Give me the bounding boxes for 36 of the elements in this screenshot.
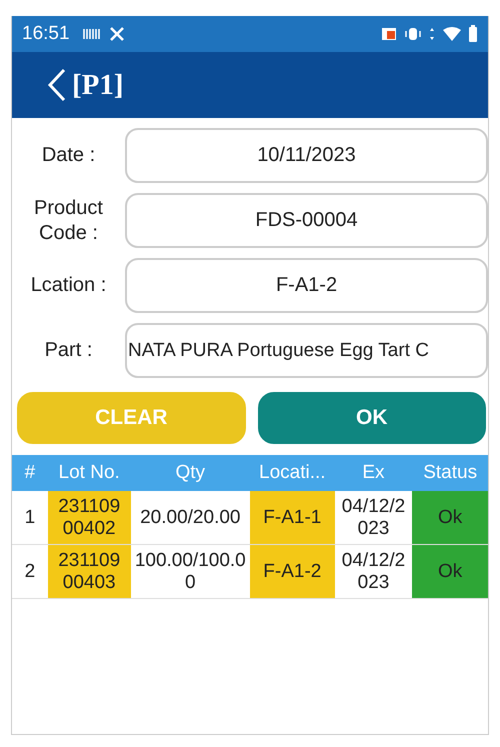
- column-header: Ex: [361, 462, 386, 484]
- input-field[interactable]: F-A1-2: [125, 258, 488, 313]
- field-label: Date :: [40, 143, 96, 168]
- expiry-cell-text: 04/12/2023: [340, 494, 406, 540]
- lot-cell: 23110900402: [48, 491, 131, 544]
- clock-time: 16:51: [22, 23, 70, 45]
- field-label: Part :: [44, 338, 94, 363]
- location-cell: F-A1-2: [250, 545, 335, 598]
- location-cell: F-A1-1: [250, 491, 335, 544]
- column-header: Lot No.: [58, 462, 121, 484]
- scanner-icon: [82, 26, 102, 42]
- page-title: [P1]: [72, 68, 124, 102]
- row-number-cell-text: 1: [24, 506, 36, 530]
- input-field[interactable]: 10/11/2023: [125, 128, 488, 183]
- lot-cell: 23110900403: [48, 545, 131, 598]
- field-label: Lcation :: [30, 273, 108, 298]
- column-header: #: [24, 462, 36, 484]
- ok-button[interactable]: OK: [256, 390, 488, 446]
- wifi-icon: [442, 26, 462, 42]
- row-number-cell-text: 2: [24, 560, 36, 584]
- qty-cell-text: 20.00/20.00: [139, 506, 242, 530]
- expiry-cell-text: 04/12/2023: [340, 548, 406, 594]
- column-header: Status: [422, 462, 478, 484]
- back-icon[interactable]: [46, 68, 68, 102]
- qty-cell-text: 100.00/100.00: [134, 548, 247, 594]
- status-cell: Ok: [412, 545, 488, 598]
- input-field[interactable]: NATA PURA Portuguese Egg Tart C: [125, 323, 488, 378]
- status-cell: Ok: [412, 491, 488, 544]
- column-header: Locati...: [258, 462, 327, 484]
- battery-icon: [468, 25, 478, 43]
- column-header: Qty: [174, 462, 206, 484]
- cast-icon: [380, 26, 398, 42]
- data-arrows-icon: [428, 26, 436, 42]
- field-label: Product Code :: [33, 196, 104, 246]
- vibrate-icon: [404, 26, 422, 42]
- input-field[interactable]: FDS-00004: [125, 193, 488, 248]
